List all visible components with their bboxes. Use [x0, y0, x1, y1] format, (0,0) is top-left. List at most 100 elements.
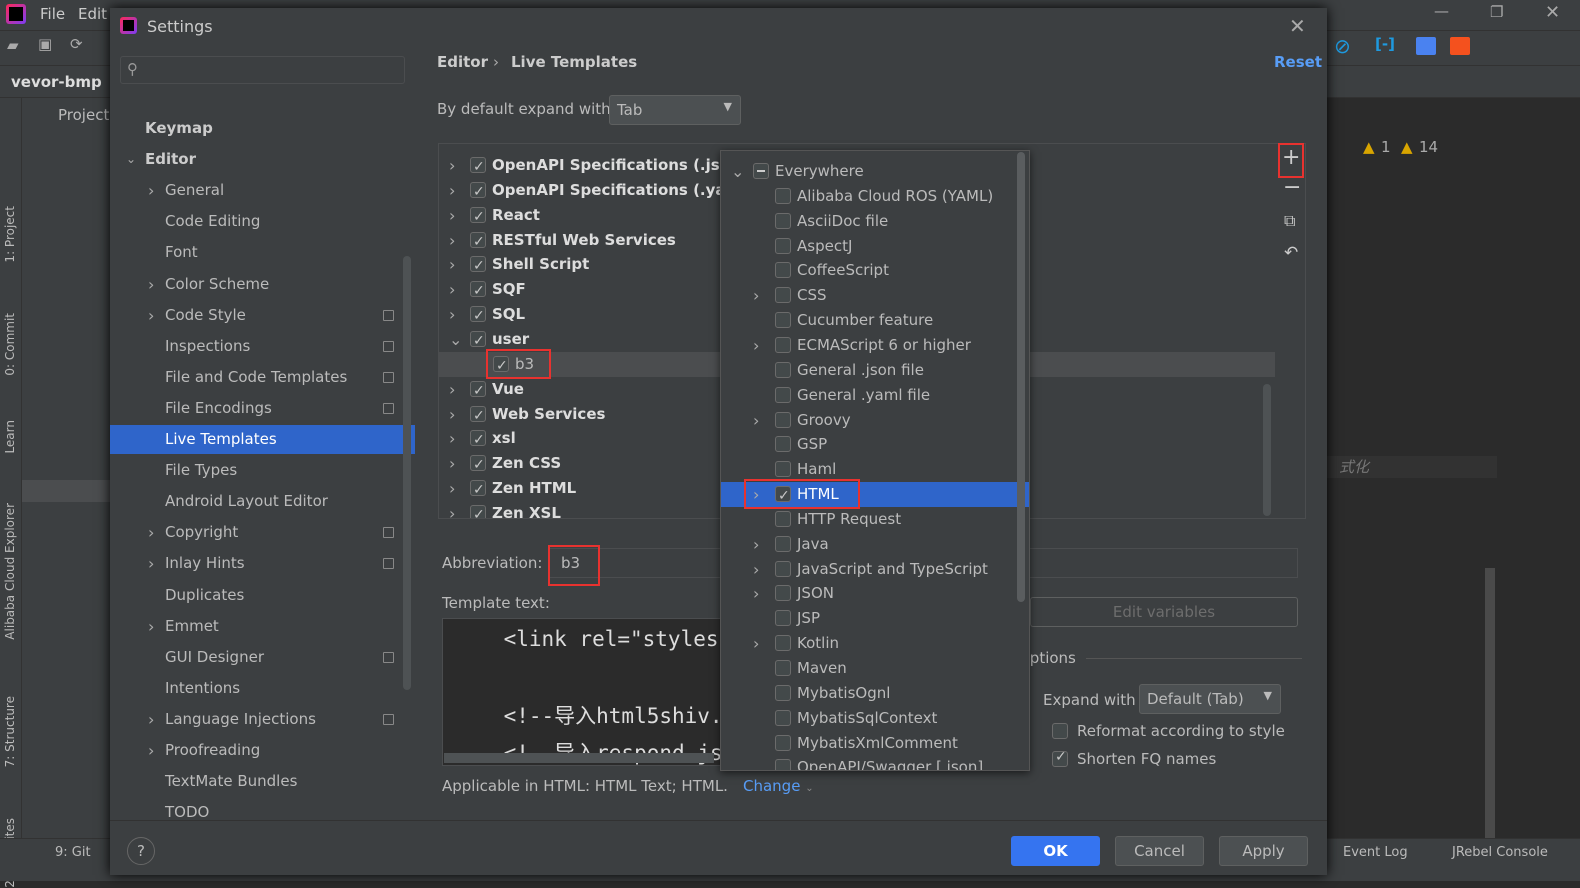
- context-checkbox[interactable]: [775, 560, 791, 577]
- sidebar-item[interactable]: Duplicates: [110, 581, 415, 610]
- template-checkbox[interactable]: [470, 478, 486, 503]
- alibaba-cloud-icon[interactable]: [-]: [1375, 35, 1395, 53]
- template-checkbox[interactable]: [470, 304, 486, 329]
- context-checkbox[interactable]: [775, 287, 791, 304]
- editor-scrollbar[interactable]: [1485, 568, 1495, 838]
- chevron-right-icon[interactable]: ›: [753, 557, 759, 582]
- git-tab[interactable]: 9: Git: [55, 845, 91, 860]
- context-checkbox[interactable]: [775, 361, 791, 378]
- chevron-right-icon[interactable]: ›: [753, 581, 759, 606]
- template-checkbox[interactable]: [470, 180, 486, 205]
- edit-variables-button[interactable]: Edit variables: [1030, 597, 1298, 627]
- context-checkbox[interactable]: [775, 262, 791, 279]
- context-item[interactable]: MybatisSqlContext: [721, 706, 1029, 731]
- sidebar-item[interactable]: › Emmet: [110, 612, 415, 641]
- google-translate-alt-icon[interactable]: [1450, 37, 1470, 55]
- context-checkbox[interactable]: [775, 212, 791, 229]
- chevron-right-icon[interactable]: ›: [148, 301, 154, 330]
- sidebar-item[interactable]: ⌄ Editor: [110, 145, 415, 174]
- google-translate-icon[interactable]: [1416, 37, 1436, 55]
- context-checkbox[interactable]: [775, 684, 791, 701]
- sidebar-item[interactable]: Android Layout Editor: [110, 487, 415, 516]
- reset-link[interactable]: Reset: [1274, 53, 1322, 71]
- sidebar-item[interactable]: › Color Scheme: [110, 270, 415, 299]
- project-name[interactable]: vevor-bmp: [11, 73, 102, 91]
- sidebar-item[interactable]: › Copyright: [110, 518, 415, 547]
- sidebar-item[interactable]: Intentions: [110, 674, 415, 703]
- tree-scrollbar[interactable]: [1263, 384, 1271, 516]
- sidebar-item[interactable]: Inspections: [110, 332, 415, 361]
- shorten-fq-checkbox[interactable]: [1052, 749, 1068, 767]
- sidebar-item[interactable]: Code Editing: [110, 207, 415, 236]
- context-item[interactable]: › JavaScript and TypeScript: [721, 557, 1029, 582]
- tool-window-commit[interactable]: 0: Commit: [3, 313, 17, 376]
- copy-icon[interactable]: ⧉: [1284, 211, 1295, 231]
- sidebar-item[interactable]: Font: [110, 238, 415, 267]
- chevron-right-icon[interactable]: ›: [148, 612, 154, 641]
- open-folder-icon[interactable]: ▰: [7, 36, 19, 54]
- chevron-right-icon[interactable]: ›: [148, 705, 154, 734]
- sidebar-item[interactable]: › General: [110, 176, 415, 205]
- chevron-icon[interactable]: ›: [449, 203, 455, 228]
- context-item[interactable]: › Groovy: [721, 408, 1029, 433]
- context-checkbox[interactable]: [775, 237, 791, 254]
- chevron-icon[interactable]: ›: [449, 451, 455, 476]
- context-item[interactable]: Maven: [721, 656, 1029, 681]
- apply-button[interactable]: Apply: [1219, 836, 1308, 866]
- chevron-icon[interactable]: ›: [449, 476, 455, 501]
- sidebar-scrollbar[interactable]: [403, 256, 411, 690]
- chevron-right-icon[interactable]: ›: [148, 736, 154, 765]
- context-checkbox[interactable]: [775, 510, 791, 527]
- context-checkbox[interactable]: [775, 759, 791, 770]
- template-text-editor[interactable]: <link rel="stylesheet" <!--导入html5shiv.j…: [442, 618, 732, 766]
- tool-window-structure[interactable]: 7: Structure: [3, 696, 17, 767]
- warning-count[interactable]: 1: [1381, 138, 1391, 156]
- weak-warning-count[interactable]: 14: [1419, 138, 1438, 156]
- template-checkbox[interactable]: [470, 205, 486, 230]
- chevron-down-icon[interactable]: ⌄: [731, 159, 744, 184]
- context-item[interactable]: General .yaml file: [721, 383, 1029, 408]
- context-checkbox[interactable]: [775, 187, 791, 204]
- menu-file[interactable]: File: [40, 5, 65, 23]
- context-checkbox[interactable]: [775, 386, 791, 403]
- context-item[interactable]: OpenAPI/Swagger [.json]: [721, 755, 1029, 770]
- context-item[interactable]: AsciiDoc file: [721, 209, 1029, 234]
- context-item[interactable]: JSP: [721, 606, 1029, 631]
- sidebar-item[interactable]: File Encodings: [110, 394, 415, 423]
- context-checkbox[interactable]: [775, 709, 791, 726]
- save-icon[interactable]: ▣: [38, 35, 52, 53]
- help-button[interactable]: ?: [127, 837, 155, 865]
- context-item[interactable]: General .json file: [721, 358, 1029, 383]
- sidebar-item[interactable]: Keymap: [110, 114, 415, 143]
- context-item[interactable]: ⌄ Everywhere: [721, 159, 1029, 184]
- context-checkbox[interactable]: [753, 163, 769, 179]
- template-checkbox[interactable]: [470, 329, 486, 354]
- context-item[interactable]: AspectJ: [721, 234, 1029, 259]
- context-item[interactable]: MybatisXmlComment: [721, 731, 1029, 756]
- template-checkbox[interactable]: [470, 379, 486, 404]
- chevron-icon[interactable]: ›: [449, 302, 455, 327]
- restore-icon[interactable]: ❐: [1490, 3, 1503, 21]
- event-log-tab[interactable]: Event Log: [1343, 845, 1408, 860]
- chevron-icon[interactable]: ›: [449, 252, 455, 277]
- revert-icon[interactable]: ↶: [1284, 243, 1298, 263]
- sidebar-item[interactable]: File and Code Templates: [110, 363, 415, 392]
- template-checkbox[interactable]: [470, 230, 486, 255]
- context-item[interactable]: › Kotlin: [721, 631, 1029, 656]
- chevron-right-icon[interactable]: ›: [148, 176, 154, 205]
- context-popup-scrollbar[interactable]: [1017, 152, 1025, 602]
- template-checkbox[interactable]: [470, 453, 486, 478]
- chevron-icon[interactable]: ›: [449, 178, 455, 203]
- dialog-close-icon[interactable]: ✕: [1289, 14, 1306, 38]
- chevron-right-icon[interactable]: ›: [148, 270, 154, 299]
- shorten-fq-label[interactable]: Shorten FQ names: [1077, 750, 1216, 768]
- project-tab[interactable]: Project: [58, 106, 109, 124]
- context-checkbox[interactable]: [775, 336, 791, 353]
- template-checkbox[interactable]: [470, 254, 486, 279]
- context-item[interactable]: CoffeeScript: [721, 258, 1029, 283]
- chevron-right-icon[interactable]: ›: [148, 549, 154, 578]
- expand-with-select[interactable]: Default (Tab) ▼: [1139, 684, 1281, 714]
- tool-window-learn[interactable]: Learn: [3, 420, 17, 454]
- disable-icon[interactable]: ⊘: [1334, 34, 1351, 58]
- chevron-down-icon[interactable]: ⌄: [126, 145, 136, 174]
